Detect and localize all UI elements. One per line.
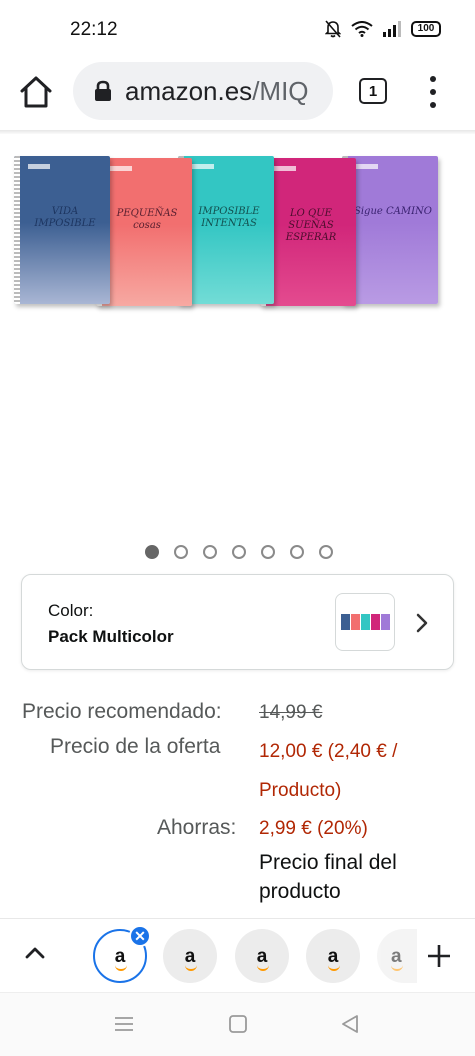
status-time: 22:12 [70,19,118,40]
brand-mark [192,164,214,169]
amazon-logo-icon: a [256,945,269,971]
carousel-dots[interactable] [145,545,333,559]
cover-phrase: VIDA IMPOSIBLE [34,206,96,229]
deal-price: 12,00 € (2,40 € / [259,741,398,762]
list-price-label: Precio recomendado: [22,700,222,723]
brand-mark [356,164,378,169]
carousel-dot[interactable] [145,545,159,559]
spiral-binding [14,156,20,304]
swatch-stripe [350,614,360,630]
carousel-dot[interactable] [319,545,333,559]
notebook-cover-4: LO QUE SUEÑAS ESPERAR [260,158,356,306]
status-bar: 22:12 100 [0,0,475,58]
cover-phrase: PEQUEÑAS cosas [116,208,178,231]
amazon-logo-icon: a [184,945,197,971]
notebook-cover-1: VIDA IMPOSIBLE [14,156,110,304]
url-host: amazon.es [125,75,253,106]
tab-favicon-amazon[interactable]: a [163,929,217,983]
brand-mark [28,164,50,169]
swatch-stripe [360,614,370,630]
tab-favicon-amazon[interactable]: a ✕ [93,925,151,983]
deal-price-label: Precio de la oferta [50,735,221,758]
tab-strip: a ✕ a a a a [0,918,475,992]
cover-phrase: IMPOSIBLE INTENTAS [198,206,260,229]
carousel-dot[interactable] [174,545,188,559]
tab-switcher-button[interactable]: 1 [359,78,387,104]
carousel-dot[interactable] [203,545,217,559]
swatch-stripe [370,614,380,630]
tab-favicon-amazon[interactable]: a [235,929,289,983]
system-nav-bar [0,992,475,1056]
url-path: /MIQ [252,75,309,106]
chevron-right-icon [416,613,428,633]
color-swatch-thumbnail[interactable] [335,593,395,651]
recents-menu-icon[interactable] [113,1013,135,1035]
swatch-stripe [340,614,350,630]
deal-price-unit: Producto) [259,780,342,801]
amazon-logo-icon: a [327,945,340,971]
home-square-icon[interactable] [227,1013,249,1035]
carousel-dot[interactable] [290,545,304,559]
notebook-cover-3: IMPOSIBLE INTENTAS [178,156,274,304]
close-tab-icon[interactable]: ✕ [129,925,151,947]
signal-icon [383,21,401,37]
bell-off-icon [325,20,341,38]
final-price-note: Precio final del producto [259,848,397,906]
wifi-icon [351,21,373,37]
tab-favicon-amazon[interactable]: a [306,929,360,983]
address-bar[interactable]: amazon.es/MIQ [73,62,333,120]
color-value: Pack Multicolor [48,627,174,646]
url-text: amazon.es/MIQ [125,76,309,107]
product-image[interactable]: VIDA IMPOSIBLE PEQUEÑAS cosas IMPOSIBLE IN… [14,150,454,310]
browser-toolbar: amazon.es/MIQ 1 [0,58,475,130]
savings-value: 2,99 € (20%) [259,818,368,839]
color-selector[interactable]: Color: Pack Multicolor [21,574,454,670]
swatch-stripe [380,614,390,630]
color-label: Color: [48,601,94,620]
savings-label: Ahorras: [157,816,237,839]
back-triangle-icon[interactable] [339,1013,361,1035]
lock-icon [95,80,111,101]
battery-icon: 100 [411,21,441,37]
final-price-line-1: Precio final del [259,851,397,874]
brand-mark [274,166,296,171]
tab-favicon-amazon[interactable]: a [377,929,417,983]
cover-phrase: Sigue CAMINO [354,206,432,217]
amazon-logo-icon: a [391,945,403,971]
cover-phrase: LO QUE SUEÑAS ESPERAR [285,208,337,243]
final-price-line-2: producto [259,880,341,903]
carousel-dot[interactable] [261,545,275,559]
notebook-cover-2: PEQUEÑAS cosas [96,158,192,306]
home-icon[interactable] [18,74,54,110]
chevron-up-icon[interactable] [24,945,46,961]
carousel-dot[interactable] [232,545,246,559]
status-icons: 100 [325,20,441,38]
notebook-cover-5: Sigue CAMINO [342,156,438,304]
overflow-menu-icon[interactable] [423,76,443,108]
brand-mark [110,166,132,171]
amazon-logo-icon: a [114,945,127,971]
list-price: 14,99 € [259,702,323,723]
add-tab-icon[interactable] [426,943,452,969]
toolbar-divider [0,130,475,134]
